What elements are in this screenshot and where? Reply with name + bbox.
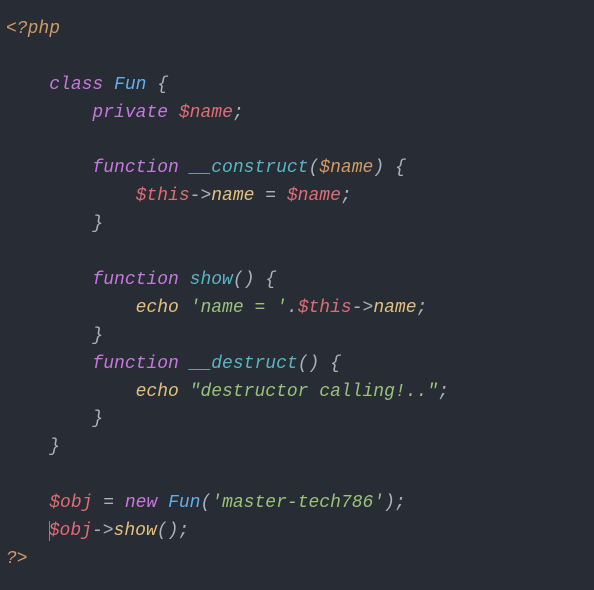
paren: ) [373,158,384,178]
var-name: $name [179,103,233,123]
class-name: Fun [114,75,146,95]
paren: ( [298,354,309,374]
brace: } [49,437,60,457]
call-show: show [114,521,157,541]
fn-show: show [190,270,233,290]
arrow: -> [92,521,114,541]
kw-function: function [92,270,178,290]
kw-private: private [92,103,168,123]
arrow: -> [352,298,374,318]
var-this: $this [136,186,190,206]
prop-name: name [373,298,416,318]
brace: } [92,326,103,346]
prop-name: name [211,186,254,206]
brace: } [92,409,103,429]
kw-function: function [92,354,178,374]
brace: { [265,270,276,290]
paren: ( [157,521,168,541]
var-obj: $obj [49,493,92,513]
op-concat: . [287,298,298,318]
op-eq: = [92,493,124,513]
semi: ; [178,521,189,541]
php-close-tag: ?> [6,549,28,569]
op-eq: = [254,186,286,206]
kw-new: new [125,493,157,513]
semi: ; [341,186,352,206]
paren: ( [233,270,244,290]
paren: ( [308,158,319,178]
brace: { [330,354,341,374]
semi: ; [417,298,428,318]
paren: ( [200,493,211,513]
paren: ) [309,354,320,374]
paren: ) [384,493,395,513]
string-literal: "destructor calling!.." [190,382,438,402]
fn-destruct: __destruct [190,354,298,374]
class-name: Fun [168,493,200,513]
kw-class: class [49,75,103,95]
paren: ) [244,270,255,290]
param-name: $name [319,158,373,178]
semi: ; [233,103,244,123]
brace: { [157,75,168,95]
semi: ; [395,493,406,513]
var-this: $this [298,298,352,318]
paren: ) [168,521,179,541]
code-block: <?php class Fun { private $name; functio… [0,0,594,590]
brace: { [395,158,406,178]
kw-echo: echo [136,382,179,402]
semi: ; [438,382,449,402]
string-literal: 'name = ' [190,298,287,318]
var-obj: $obj [49,521,92,541]
string-literal: 'master-tech786' [211,493,384,513]
fn-construct: __construct [190,158,309,178]
kw-function: function [92,158,178,178]
brace: } [92,214,103,234]
kw-echo: echo [136,298,179,318]
arrow: -> [190,186,212,206]
var-name: $name [287,186,341,206]
php-open-tag: <?php [6,19,60,39]
